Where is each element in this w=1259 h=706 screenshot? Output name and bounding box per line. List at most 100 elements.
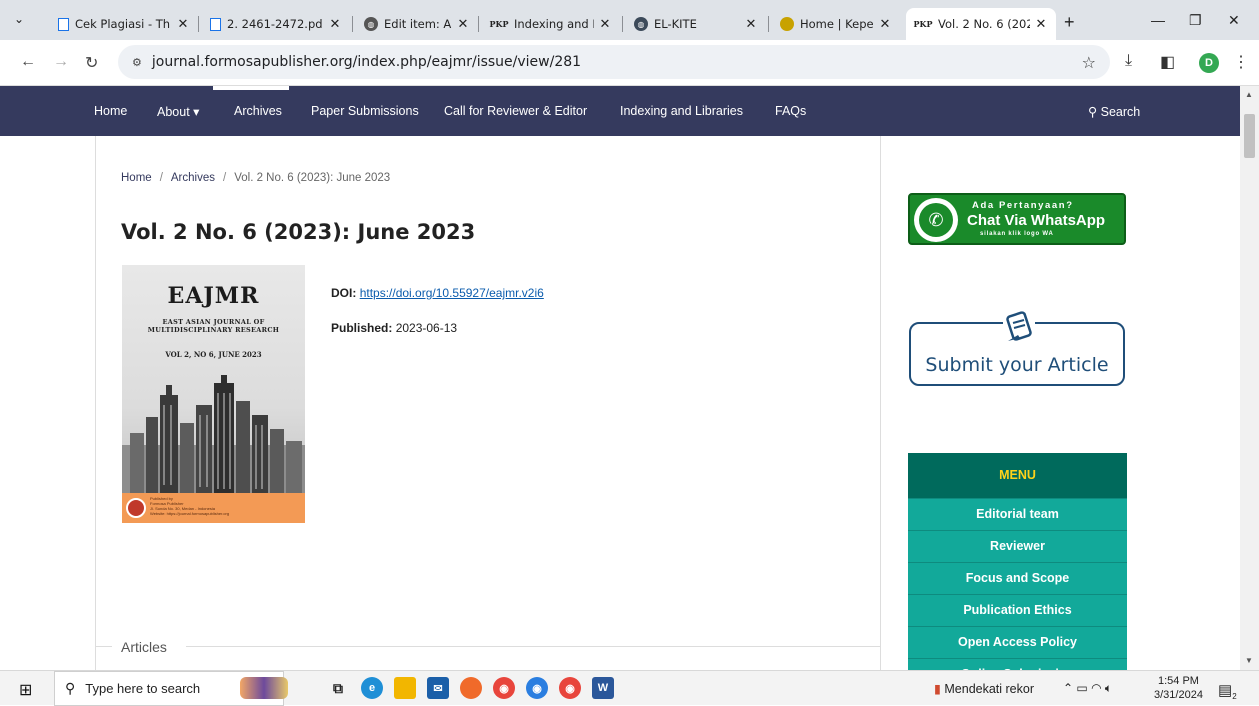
tab-title: EL-KITE bbox=[654, 17, 697, 31]
nav-archives[interactable]: Archives bbox=[234, 104, 282, 118]
address-bar[interactable]: ⚙ journal.formosapublisher.org/index.php… bbox=[118, 45, 1110, 79]
menu-item-open-access[interactable]: Open Access Policy bbox=[908, 626, 1127, 658]
site-info-icon[interactable]: ⚙ bbox=[132, 56, 142, 69]
chrome-active-icon[interactable]: ◉ bbox=[559, 677, 581, 699]
nav-search[interactable]: ⚲ Search bbox=[1088, 104, 1140, 119]
close-tab-icon[interactable]: ✕ bbox=[878, 17, 892, 32]
close-tab-icon[interactable]: ✕ bbox=[176, 17, 190, 32]
wifi-icon[interactable]: ◠ bbox=[1091, 681, 1101, 695]
system-tray-icons[interactable]: ⌃ ▭ ◠ 🔈︎ bbox=[1063, 681, 1112, 696]
new-tab-plus-icon[interactable]: + bbox=[1064, 12, 1075, 33]
scroll-up-icon[interactable]: ▲ bbox=[1245, 90, 1253, 99]
browser-tab[interactable]: Cek Plagiasi - Th ✕ bbox=[50, 8, 198, 40]
nav-paper-submissions[interactable]: Paper Submissions bbox=[311, 104, 419, 118]
menu-item-publication-ethics[interactable]: Publication Ethics bbox=[908, 594, 1127, 626]
battery-icon[interactable]: ▭ bbox=[1076, 681, 1087, 695]
pkp-icon: PKP bbox=[913, 19, 933, 29]
document-pen-icon bbox=[1003, 310, 1035, 346]
close-tab-icon[interactable]: ✕ bbox=[744, 17, 758, 32]
nav-indexing[interactable]: Indexing and Libraries bbox=[620, 104, 743, 118]
articles-heading: Articles bbox=[121, 639, 167, 655]
browser-tab[interactable]: ◍ Edit item: Article ✕ bbox=[356, 8, 478, 40]
cover-volume: VOL 2, NO 6, JUNE 2023 bbox=[165, 350, 262, 359]
close-window-icon[interactable]: ✕ bbox=[1228, 12, 1240, 29]
close-tab-icon[interactable]: ✕ bbox=[328, 17, 342, 32]
breadcrumb-home[interactable]: Home bbox=[121, 172, 152, 184]
menu-item-focus-scope[interactable]: Focus and Scope bbox=[908, 562, 1127, 594]
browser-tab[interactable]: PKP Indexing and Lib ✕ bbox=[482, 8, 620, 40]
issue-cover-image[interactable]: EAJMR EAST ASIAN JOURNAL OF MULTIDISCIPLI… bbox=[122, 265, 305, 523]
globe-icon: ◍ bbox=[364, 17, 378, 31]
browser-tab[interactable]: 2. 2461-2472.pd ✕ bbox=[202, 8, 350, 40]
divider bbox=[186, 646, 880, 647]
weather-widget[interactable]: ▮ Mendekati rekor bbox=[934, 681, 1034, 696]
thermometer-icon: ▮ bbox=[934, 682, 941, 696]
wa-line3: silakan klik logo WA bbox=[980, 231, 1054, 237]
nav-about[interactable]: About ▾ bbox=[157, 104, 199, 119]
doi-label: DOI: bbox=[331, 286, 357, 300]
wa-line2: Chat Via WhatsApp bbox=[967, 212, 1106, 229]
close-tab-icon[interactable]: ✕ bbox=[1034, 17, 1048, 32]
tab-title: Vol. 2 No. 6 (202 bbox=[938, 17, 1030, 31]
nav-call-for-reviewer[interactable]: Call for Reviewer & Editor bbox=[444, 104, 587, 118]
tab-search-chevron-icon[interactable]: ⌄ bbox=[14, 12, 24, 26]
tab-title: Edit item: Article bbox=[384, 17, 452, 31]
whatsapp-icon[interactable]: ✆ bbox=[914, 198, 958, 242]
menu-item-editorial-team[interactable]: Editorial team bbox=[908, 498, 1127, 530]
word-icon[interactable]: W bbox=[592, 677, 614, 699]
clock-date: 3/31/2024 bbox=[1154, 689, 1203, 701]
search-icon: ⚲ bbox=[65, 680, 76, 696]
notification-icon[interactable]: ▤2 bbox=[1218, 681, 1237, 701]
menu-item-reviewer[interactable]: Reviewer bbox=[908, 530, 1127, 562]
browser-tab-active[interactable]: PKP Vol. 2 No. 6 (202 ✕ bbox=[906, 8, 1056, 40]
taskbar-search-placeholder: Type here to search bbox=[85, 681, 201, 696]
windows-taskbar: ⊞ ⚲ Type here to search ⧉ e ✉ ◉ ◉ ◉ W ▮ … bbox=[0, 670, 1259, 706]
chevron-up-icon[interactable]: ⌃ bbox=[1063, 681, 1073, 695]
breadcrumb-archives[interactable]: Archives bbox=[171, 172, 215, 184]
edge-browser-icon[interactable]: e bbox=[361, 677, 383, 699]
forward-arrow-icon[interactable]: → bbox=[53, 53, 69, 71]
content-left-border bbox=[95, 136, 96, 670]
nav-faqs[interactable]: FAQs bbox=[775, 104, 806, 118]
scroll-down-icon[interactable]: ▼ bbox=[1245, 656, 1253, 665]
easter-search-highlight-icon[interactable] bbox=[240, 677, 288, 699]
page-scrollbar[interactable]: ▲ ▼ bbox=[1240, 86, 1259, 670]
tab-title: Home | Kepegaw bbox=[800, 17, 874, 31]
url-text[interactable]: journal.formosapublisher.org/index.php/e… bbox=[152, 54, 581, 70]
chrome-profile-icon[interactable]: ◉ bbox=[526, 677, 548, 699]
menu-title: MENU bbox=[908, 453, 1127, 498]
file-explorer-icon[interactable] bbox=[394, 677, 416, 699]
tab-title: Indexing and Lib bbox=[514, 17, 594, 31]
back-arrow-icon[interactable]: ← bbox=[20, 53, 36, 71]
browser-tab[interactable]: Home | Kepegaw ✕ bbox=[772, 8, 900, 40]
close-tab-icon[interactable]: ✕ bbox=[456, 17, 470, 32]
nav-home[interactable]: Home bbox=[94, 104, 127, 118]
more-menu-icon[interactable]: ⋮ bbox=[1233, 52, 1249, 72]
search-icon: ⚲ bbox=[1088, 105, 1098, 119]
browser-tab[interactable]: ◍ EL-KITE ✕ bbox=[626, 8, 766, 40]
search-label: Search bbox=[1100, 105, 1141, 119]
windows-start-icon[interactable]: ⊞ bbox=[19, 680, 32, 700]
doi-link[interactable]: https://doi.org/10.55927/eajmr.v2i6 bbox=[360, 286, 544, 300]
mail-icon[interactable]: ✉ bbox=[427, 677, 449, 699]
bookmark-star-icon[interactable]: ☆ bbox=[1082, 53, 1096, 72]
reload-icon[interactable]: ↻ bbox=[85, 53, 98, 73]
doc-icon bbox=[58, 17, 69, 31]
firefox-icon[interactable] bbox=[460, 677, 482, 699]
download-icon[interactable]: ⤓ bbox=[1125, 52, 1132, 70]
profile-avatar[interactable]: D bbox=[1199, 53, 1219, 73]
volume-icon[interactable]: 🔈︎ bbox=[1105, 681, 1112, 695]
issue-doi: DOI: https://doi.org/10.55927/eajmr.v2i6 bbox=[331, 286, 544, 300]
scroll-thumb[interactable] bbox=[1244, 114, 1255, 158]
side-panel-icon[interactable]: ◧ bbox=[1160, 52, 1175, 72]
chrome-icon[interactable]: ◉ bbox=[493, 677, 515, 699]
minimize-icon[interactable]: — bbox=[1151, 12, 1165, 28]
whatsapp-chat-banner[interactable]: ✆ Ada Pertanyaan? Chat Via WhatsApp sila… bbox=[908, 193, 1126, 245]
submit-article-banner[interactable]: Submit your Article bbox=[909, 310, 1125, 386]
task-view-icon[interactable]: ⧉ bbox=[327, 677, 349, 699]
close-tab-icon[interactable]: ✕ bbox=[598, 17, 612, 32]
restore-icon[interactable]: ❐ bbox=[1189, 12, 1202, 29]
nav-about-label: About bbox=[157, 105, 190, 119]
taskbar-clock[interactable]: 1:54 PM 3/31/2024 bbox=[1154, 674, 1203, 702]
menu-item-online-submission[interactable]: Online Submission bbox=[908, 658, 1127, 670]
